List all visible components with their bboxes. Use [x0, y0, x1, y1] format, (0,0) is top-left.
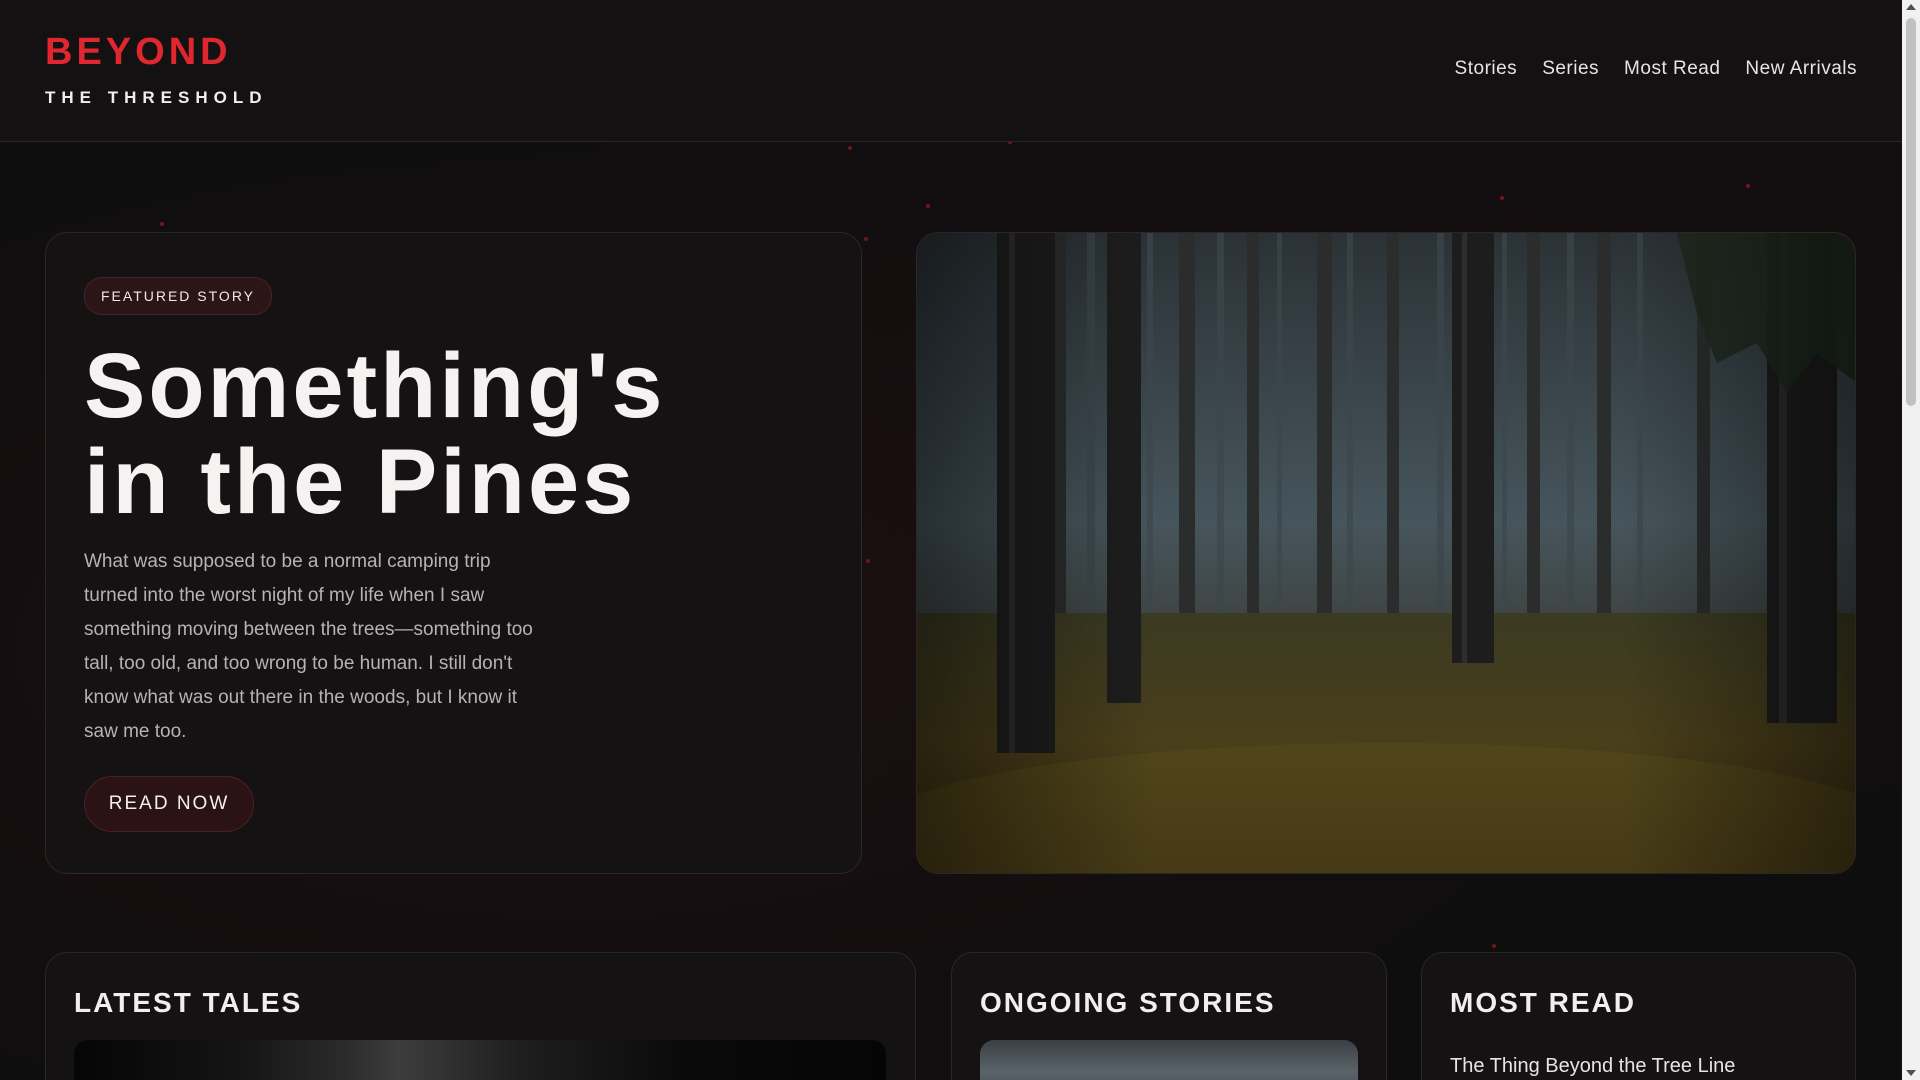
ember-speck [1746, 184, 1750, 188]
read-now-button[interactable]: READ NOW [84, 776, 254, 832]
latest-tale-thumbnail[interactable] [74, 1040, 886, 1080]
latest-tales-heading: LATEST TALES [74, 987, 303, 1018]
featured-title[interactable]: Something's in the Pines [84, 338, 804, 530]
page-scrollbar[interactable] [1902, 0, 1920, 1080]
nav-new-arrivals[interactable]: New Arrivals [1745, 58, 1857, 80]
ember-speck [1492, 944, 1496, 948]
nav-most-read[interactable]: Most Read [1624, 58, 1720, 80]
scroll-down-arrow-icon[interactable] [1906, 1070, 1916, 1076]
ember-speck [866, 559, 870, 563]
ember-speck [864, 237, 868, 241]
featured-badge: FEATURED STORY [84, 277, 273, 315]
latest-tales-card: LATEST TALES [45, 952, 916, 1080]
ember-speck [1500, 196, 1504, 200]
main-nav: Stories Series Most Read New Arrivals [1455, 58, 1857, 80]
nav-stories[interactable]: Stories [1455, 58, 1518, 80]
featured-description: What was supposed to be a normal camping… [84, 551, 533, 742]
ongoing-story-thumbnail[interactable] [980, 1040, 1358, 1080]
ember-speck [848, 146, 852, 150]
nav-series[interactable]: Series [1542, 58, 1599, 80]
page: BEYOND THE THRESHOLD Stories Series Most… [0, 0, 1920, 1080]
most-read-item[interactable]: The Thing Beyond the Tree Line [1450, 1055, 1735, 1078]
logo-subtitle: THE THRESHOLD [45, 88, 268, 107]
featured-story-card: FEATURED STORY Something's in the Pines … [45, 232, 862, 874]
featured-title-line-2: in the Pines [84, 431, 637, 533]
featured-story-image[interactable] [916, 232, 1856, 874]
site-logo[interactable]: BEYOND THE THRESHOLD [45, 30, 268, 108]
scroll-up-arrow-icon[interactable] [1906, 4, 1916, 10]
most-read-heading: MOST READ [1450, 987, 1636, 1018]
site-header: BEYOND THE THRESHOLD Stories Series Most… [0, 0, 1902, 142]
featured-title-line-1: Something's [84, 335, 666, 437]
most-read-card: MOST READ The Thing Beyond the Tree Line [1421, 952, 1856, 1080]
scrollbar-thumb[interactable] [1906, 18, 1916, 406]
foggy-forest-image [917, 233, 1855, 873]
ongoing-stories-heading: ONGOING STORIES [980, 987, 1276, 1018]
ember-speck [926, 204, 930, 208]
ember-speck [160, 222, 164, 226]
ongoing-stories-card: ONGOING STORIES [951, 952, 1387, 1080]
logo-title: BEYOND [45, 31, 232, 73]
